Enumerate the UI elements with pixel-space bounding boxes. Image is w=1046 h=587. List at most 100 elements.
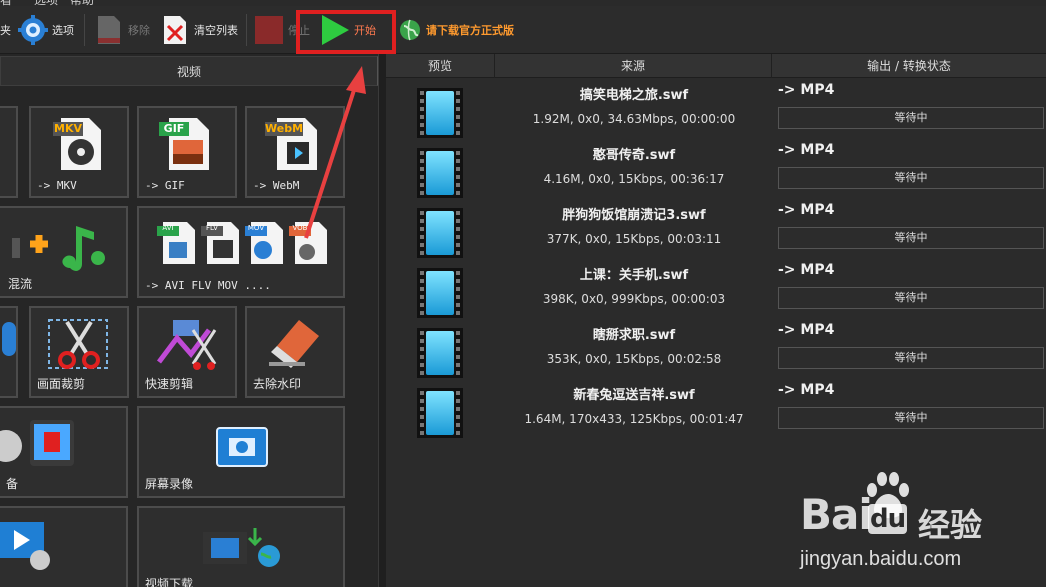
mkv-badge: MKV bbox=[54, 122, 82, 135]
clear-list-icon bbox=[160, 14, 190, 46]
stop-icon bbox=[254, 14, 284, 46]
file-row[interactable]: 上课：关手机.swf 398K, 0x0, 999Kbps, 00:00:03 … bbox=[386, 260, 1046, 320]
file-row[interactable]: 胖狗狗饭馆崩溃记3.swf 377K, 0x0, 15Kbps, 00:03:1… bbox=[386, 200, 1046, 260]
file-row[interactable]: 瞎掰求职.swf 353K, 0x0, 15Kbps, 00:02:58 -> … bbox=[386, 320, 1046, 380]
output-format[interactable]: -> MP4 bbox=[778, 82, 834, 98]
watermark-brand-bai: Bai bbox=[800, 490, 873, 539]
tile-convert-mkv[interactable]: MKV -> MKV bbox=[29, 106, 129, 198]
file-row[interactable]: 搞笑电梯之旅.swf 1.92M, 0x0, 34.63Mbps, 00:00:… bbox=[386, 80, 1046, 140]
mov-badge: MOV bbox=[247, 224, 265, 232]
video-thumbnail-icon bbox=[417, 268, 463, 318]
vob-badge: VOB bbox=[292, 224, 308, 232]
tile-convert-gif[interactable]: GIF -> GIF bbox=[137, 106, 237, 198]
panel-splitter[interactable] bbox=[378, 54, 386, 587]
file-name: 新春兔逗送吉祥.swf bbox=[573, 388, 695, 403]
file-name: 胖狗狗饭馆崩溃记3.swf bbox=[562, 208, 706, 223]
status-box: 等待中 bbox=[778, 287, 1044, 309]
highlight-box bbox=[296, 10, 396, 54]
tile-crop[interactable]: 画面裁剪 bbox=[29, 306, 129, 398]
column-source[interactable]: 来源 bbox=[495, 54, 772, 78]
favorites-button[interactable]: 夹 bbox=[0, 6, 11, 54]
video-thumbnail-icon bbox=[417, 208, 463, 258]
device-icon bbox=[0, 418, 80, 474]
eraser-icon bbox=[269, 316, 325, 376]
function-panel: 视频 MKV -> MKV GIF -> GIF WebM -> WebM 混流 bbox=[0, 54, 378, 587]
tile-label-multi: -> AVI FLV MOV .... bbox=[145, 279, 271, 292]
avi-badge: AVI bbox=[162, 224, 174, 232]
tile-label-remove-watermark: 去除水印 bbox=[253, 377, 302, 391]
toolbar: 夹 选项 移除 清空列表 停止 开始 请下载官方正式版 bbox=[0, 6, 1046, 54]
file-name: 搞笑电梯之旅.swf bbox=[579, 88, 689, 103]
tile-label-screen-record: 屏幕录像 bbox=[145, 477, 194, 491]
tile-remove-watermark[interactable]: 去除水印 bbox=[245, 306, 345, 398]
webm-badge: WebM bbox=[265, 122, 304, 135]
quick-cut-icon bbox=[153, 318, 223, 376]
file-list-header: 预览 来源 输出 / 转换状态 bbox=[386, 54, 1046, 78]
file-info: 398K, 0x0, 999Kbps, 00:00:03 bbox=[542, 292, 726, 306]
gif-badge: GIF bbox=[163, 122, 185, 135]
globe-icon bbox=[398, 14, 422, 46]
tile-label-device: 备 bbox=[6, 477, 19, 491]
tile-convert-webm[interactable]: WebM -> WebM bbox=[245, 106, 345, 198]
tile-label-mux: 混流 bbox=[8, 277, 33, 291]
column-preview[interactable]: 预览 bbox=[386, 54, 495, 78]
favorites-label: 夹 bbox=[0, 24, 11, 37]
video-thumbnail-icon bbox=[417, 88, 463, 138]
tile-video-download[interactable]: 视频下载 bbox=[137, 506, 345, 587]
category-header-video[interactable]: 视频 bbox=[0, 56, 378, 86]
tile-label-crop: 画面裁剪 bbox=[37, 377, 86, 391]
output-format[interactable]: -> MP4 bbox=[778, 382, 834, 398]
tile-label-mkv: -> MKV bbox=[37, 179, 77, 192]
partial-icon bbox=[2, 322, 16, 356]
download-label: 请下载官方正式版 bbox=[426, 24, 514, 37]
file-info: 4.16M, 0x0, 15Kbps, 00:36:17 bbox=[543, 172, 725, 186]
file-row[interactable]: 憨哥传奇.swf 4.16M, 0x0, 15Kbps, 00:36:17 ->… bbox=[386, 140, 1046, 200]
column-output[interactable]: 输出 / 转换状态 bbox=[772, 54, 1046, 78]
tile-screen-record[interactable]: 屏幕录像 bbox=[137, 406, 345, 498]
file-row[interactable]: 新春兔逗送吉祥.swf 1.64M, 170x433, 125Kbps, 00:… bbox=[386, 380, 1046, 440]
tile-partial-left[interactable] bbox=[0, 106, 18, 198]
clear-list-button[interactable]: 清空列表 bbox=[160, 6, 238, 54]
tile-convert-multi[interactable]: AVI FLV MOV VOB -> AVI FLV MOV .... bbox=[137, 206, 345, 298]
options-button[interactable]: 选项 bbox=[18, 6, 74, 54]
tile-mux[interactable]: 混流 bbox=[0, 206, 128, 298]
file-name: 憨哥传奇.swf bbox=[592, 148, 676, 163]
tile-label-quick-cut: 快速剪辑 bbox=[145, 377, 194, 391]
file-info: 353K, 0x0, 15Kbps, 00:02:58 bbox=[546, 352, 722, 366]
video-download-icon bbox=[203, 526, 283, 574]
download-official-link[interactable]: 请下载官方正式版 bbox=[398, 6, 514, 54]
options-label: 选项 bbox=[52, 24, 74, 37]
tile-quick-cut[interactable]: 快速剪辑 bbox=[137, 306, 237, 398]
music-note-icon bbox=[12, 216, 122, 284]
status-box: 等待中 bbox=[778, 107, 1044, 129]
output-format[interactable]: -> MP4 bbox=[778, 322, 834, 338]
remove-button[interactable]: 移除 bbox=[94, 6, 150, 54]
gear-icon bbox=[18, 14, 48, 46]
output-format[interactable]: -> MP4 bbox=[778, 262, 834, 278]
tile-video-player[interactable] bbox=[0, 506, 128, 587]
video-player-icon bbox=[0, 518, 56, 576]
watermark-brand-du: du bbox=[868, 504, 908, 534]
file-info: 377K, 0x0, 15Kbps, 00:03:11 bbox=[546, 232, 722, 246]
video-thumbnail-icon bbox=[417, 328, 463, 378]
tile-label-video-download: 视频下载 bbox=[145, 577, 194, 587]
video-thumbnail-icon bbox=[417, 388, 463, 438]
clear-list-label: 清空列表 bbox=[194, 24, 238, 37]
scissors-icon bbox=[47, 316, 111, 378]
file-info: 1.92M, 0x0, 34.63Mbps, 00:00:00 bbox=[532, 112, 736, 126]
file-name: 瞎掰求职.swf bbox=[592, 328, 676, 343]
remove-label: 移除 bbox=[128, 24, 150, 37]
watermark-url: jingyan.baidu.com bbox=[800, 548, 962, 570]
video-thumbnail-icon bbox=[417, 148, 463, 198]
watermark-brand-jingyan: 经验 bbox=[918, 506, 983, 544]
output-format[interactable]: -> MP4 bbox=[778, 202, 834, 218]
tile-label-gif: -> GIF bbox=[145, 179, 185, 192]
output-format[interactable]: -> MP4 bbox=[778, 142, 834, 158]
tile-device[interactable]: 备 bbox=[0, 406, 128, 498]
status-box: 等待中 bbox=[778, 167, 1044, 189]
status-box: 等待中 bbox=[778, 407, 1044, 429]
status-box: 等待中 bbox=[778, 347, 1044, 369]
file-name: 上课：关手机.swf bbox=[579, 268, 689, 283]
tile-partial-left-2[interactable] bbox=[0, 306, 18, 398]
document-remove-icon bbox=[94, 14, 124, 46]
